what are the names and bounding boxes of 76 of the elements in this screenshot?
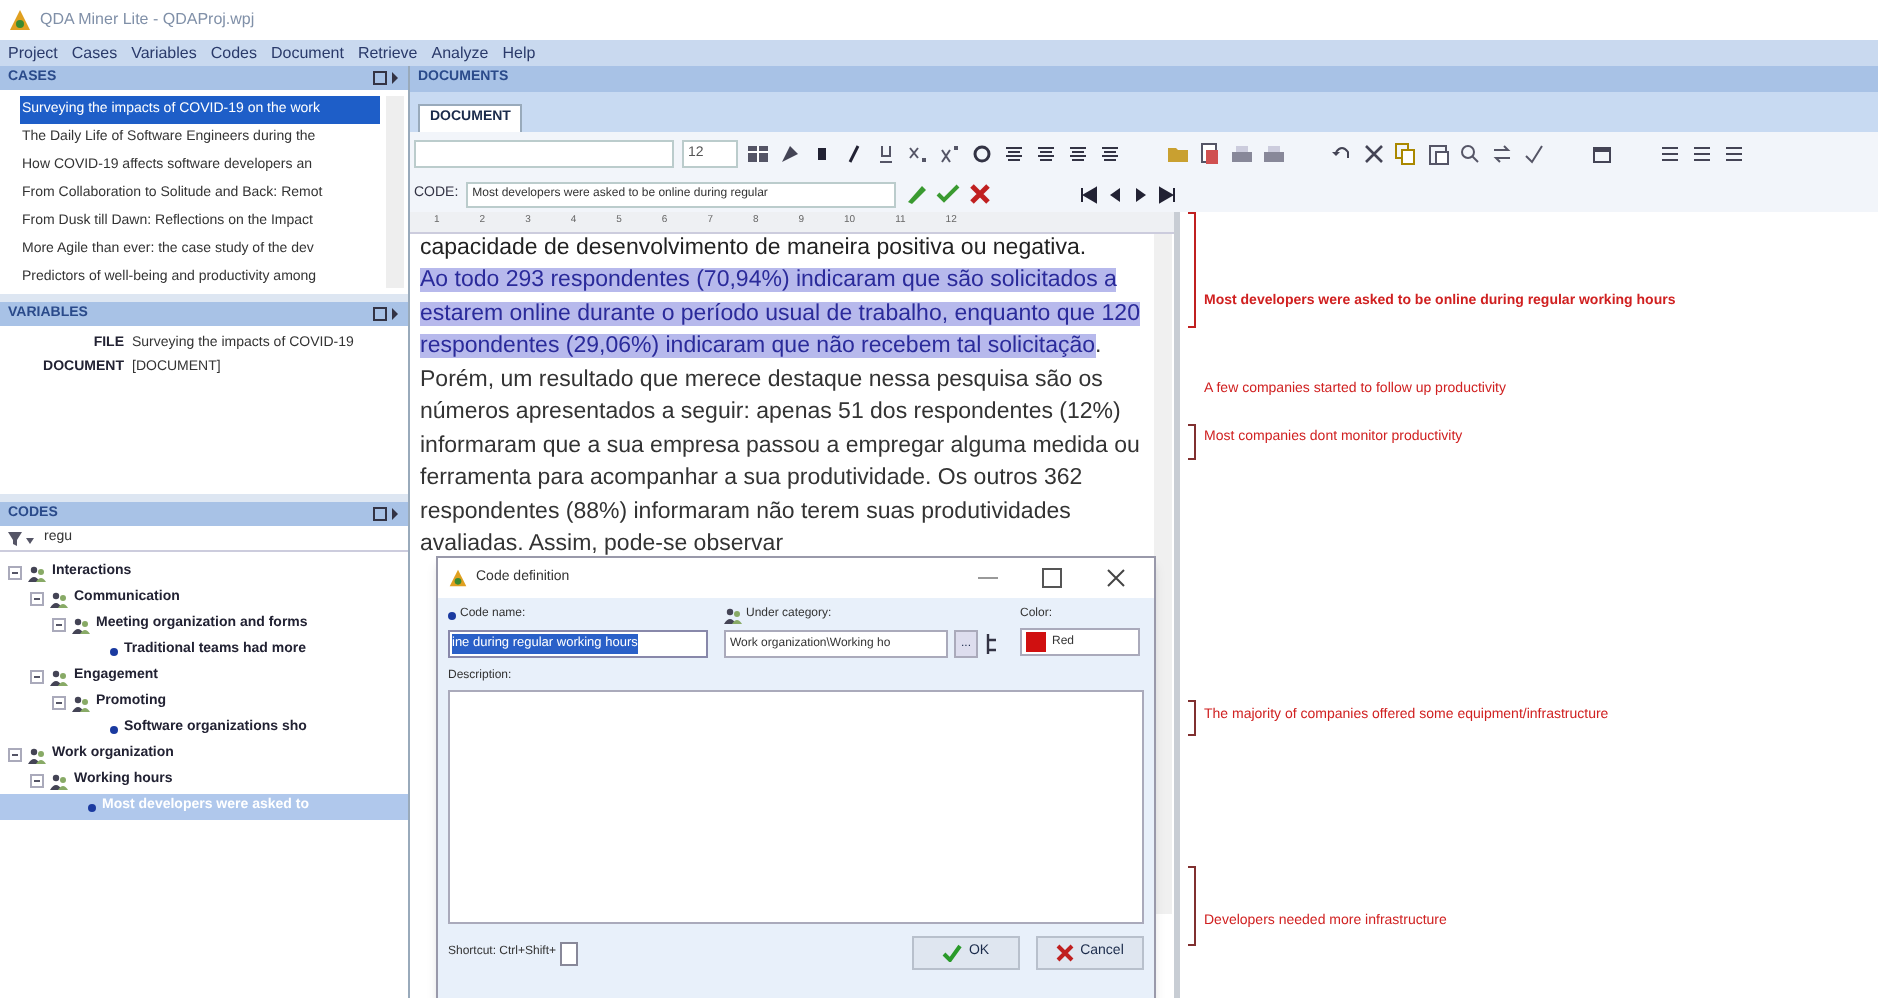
pin-icon[interactable] [372, 506, 400, 522]
printer-icon[interactable] [1262, 142, 1286, 166]
window-icon[interactable] [1590, 142, 1614, 166]
pin-icon[interactable] [372, 306, 400, 322]
collapse-icon[interactable] [8, 748, 22, 762]
window-title: QDA Miner Lite - QDAProj.wpj [40, 8, 255, 32]
align-icon[interactable] [1034, 142, 1058, 166]
collapse-icon[interactable] [52, 618, 66, 632]
table-icon[interactable] [746, 142, 770, 166]
collapse-icon[interactable] [30, 592, 44, 606]
people-icon [72, 695, 90, 711]
replace-icon[interactable] [1490, 142, 1514, 166]
pin-icon[interactable] [372, 70, 400, 86]
filter-icon[interactable] [8, 529, 36, 547]
collapse-icon[interactable] [30, 670, 44, 684]
symbol-icon[interactable] [970, 142, 994, 166]
shortcut-field[interactable] [560, 941, 579, 965]
app-icon [448, 568, 468, 588]
people-icon [72, 617, 90, 633]
list-icon[interactable] [1690, 142, 1714, 166]
align-icon[interactable] [1066, 142, 1090, 166]
cut-icon[interactable] [1362, 142, 1386, 166]
people-icon [50, 591, 68, 607]
last-icon[interactable] [1158, 185, 1177, 203]
brush-icon[interactable] [904, 182, 929, 206]
document-icon[interactable] [1198, 142, 1222, 166]
menu-item[interactable]: Document [270, 41, 344, 65]
collapse-icon[interactable] [30, 774, 44, 788]
align-icon[interactable] [1098, 142, 1122, 166]
first-icon[interactable] [1080, 185, 1099, 203]
people-icon [724, 607, 742, 623]
paint-icon[interactable] [778, 142, 802, 166]
menu-item[interactable]: Variables [131, 41, 197, 65]
previous-icon[interactable] [1106, 185, 1125, 203]
people-icon [28, 565, 46, 581]
printer-icon[interactable] [1230, 142, 1254, 166]
collapse-icon[interactable] [8, 566, 22, 580]
remove-icon[interactable] [968, 182, 993, 206]
spellcheck-icon[interactable] [1522, 142, 1546, 166]
menu-item[interactable]: Retrieve [357, 41, 418, 65]
align-icon[interactable] [1002, 142, 1026, 166]
menu-item[interactable]: Help [502, 41, 536, 65]
bullet-icon [110, 647, 118, 655]
code-bracket [1188, 700, 1196, 736]
required-icon [448, 611, 456, 619]
menu-item[interactable]: Analyze [431, 41, 489, 65]
underline-icon[interactable] [874, 142, 898, 166]
collapse-icon[interactable] [52, 696, 66, 710]
menu-item[interactable]: Project [8, 41, 58, 65]
find-icon[interactable] [1458, 142, 1482, 166]
menu-item[interactable]: Codes [210, 41, 257, 65]
bullet-icon [88, 803, 96, 811]
check-icon [942, 944, 963, 962]
app-icon [8, 8, 32, 32]
people-icon [50, 773, 68, 789]
list-icon[interactable] [1658, 142, 1682, 166]
superscript-icon[interactable] [938, 142, 962, 166]
next-icon[interactable] [1132, 185, 1151, 203]
code-bracket [1188, 866, 1196, 946]
bullet-icon [110, 725, 118, 733]
document-text: capacidade de desenvolvimento de maneira positiva ou negativa. [420, 234, 1089, 264]
list-icon[interactable] [1722, 142, 1746, 166]
people-icon [28, 747, 46, 763]
description-field[interactable] [448, 690, 1144, 924]
scrollbar[interactable] [1154, 234, 1172, 914]
tree-icon[interactable] [984, 632, 1000, 656]
copy-icon[interactable] [1394, 142, 1418, 166]
paste-icon[interactable] [1426, 142, 1450, 166]
document-text: Ao todo 293 respondentes (70,94%) indicaram que são solicitados a estarem online durante o período usual de trabalho, enquanto que 120 respondentes (29,06%) indicaram que não recebem tal solicitação. Porém, um resultado que merece destaque nessa pesquisa são os números apresentados a seguir: apenas 51 dos respondentes (12%) informaram que a sua empresa passou a empregar alguma medida ou ferramenta para acompanhar a sua produtividade. Os outros 362 respondentes (88%) informaram não terem suas produtividades avaliadas. Assim, pode-se observar [420, 266, 1142, 560]
people-icon [50, 669, 68, 685]
menu-item[interactable]: Cases [71, 41, 118, 65]
close-icon [1056, 944, 1075, 962]
code-bracket [1188, 424, 1196, 460]
subscript-icon[interactable] [906, 142, 930, 166]
check-brush-icon[interactable] [936, 182, 961, 206]
code-bracket [1188, 212, 1196, 328]
